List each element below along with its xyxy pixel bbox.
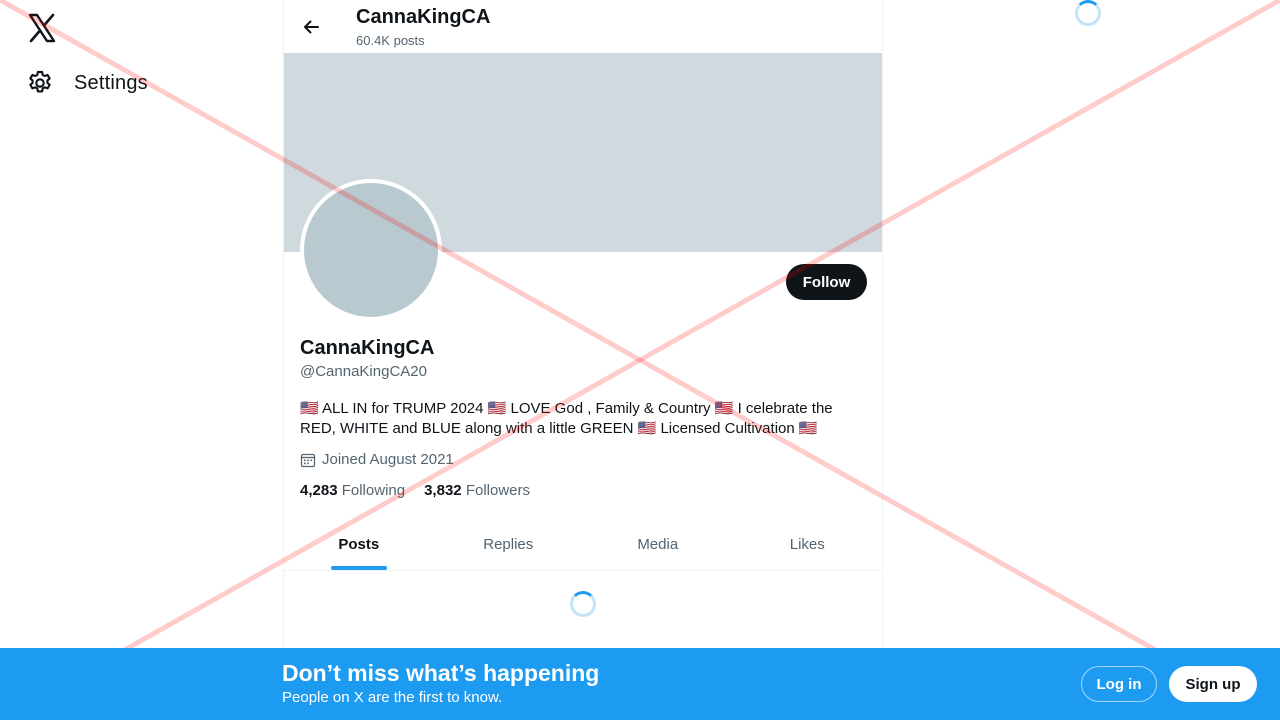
tab-likes[interactable]: Likes	[733, 518, 883, 570]
loading-spinner-timeline	[570, 591, 596, 617]
followers-label: Followers	[465, 482, 530, 499]
tab-posts[interactable]: Posts	[284, 518, 434, 570]
back-arrow-icon	[301, 17, 321, 37]
tab-replies[interactable]: Replies	[434, 518, 584, 570]
avatar[interactable]	[300, 179, 442, 321]
profile-bio: 🇺🇸 ALL IN for TRUMP 2024 🇺🇸 LOVE God , F…	[300, 400, 833, 437]
back-button[interactable]	[296, 12, 326, 42]
signup-banner: Don’t miss what’s happening People on X …	[0, 648, 1280, 720]
settings-label: Settings	[74, 71, 148, 94]
follow-stats: 4,283 Following 3,832 Followers	[300, 482, 530, 499]
tab-media[interactable]: Media	[583, 518, 733, 570]
x-logo-icon[interactable]	[26, 12, 58, 44]
gear-icon	[26, 69, 54, 97]
nav-settings-link[interactable]: Settings	[26, 64, 148, 102]
signup-button[interactable]: Sign up	[1169, 666, 1257, 702]
following-link[interactable]: 4,283 Following	[300, 482, 405, 499]
tab-media-label: Media	[637, 535, 679, 553]
profile-tabs: Posts Replies Media Likes	[284, 518, 882, 571]
joined-date: Joined August 2021	[300, 451, 454, 468]
follow-button[interactable]: Follow	[786, 264, 867, 300]
joined-text: Joined August 2021	[322, 451, 454, 468]
active-tab-indicator	[330, 566, 387, 570]
calendar-icon	[300, 452, 316, 468]
header-name: CannaKingCA	[356, 6, 491, 28]
login-button[interactable]: Log in	[1081, 666, 1157, 702]
followers-link[interactable]: 3,832 Followers	[424, 482, 530, 499]
profile-header: CannaKingCA 60.4K posts	[284, 0, 882, 53]
followers-count: 3,832	[424, 482, 462, 499]
following-count: 4,283	[300, 482, 338, 499]
signup-banner-title: Don’t miss what’s happening	[282, 660, 600, 686]
user-handle: @CannaKingCA20	[300, 363, 427, 380]
following-label: Following	[341, 482, 406, 499]
signup-banner-subtitle: People on X are the first to know.	[282, 689, 503, 706]
tab-replies-label: Replies	[483, 535, 534, 553]
display-name: CannaKingCA	[300, 337, 435, 359]
header-posts-count: 60.4K posts	[356, 33, 425, 48]
tab-posts-label: Posts	[338, 535, 380, 553]
loading-spinner-sidebar	[1075, 0, 1101, 26]
tab-likes-label: Likes	[789, 535, 825, 553]
